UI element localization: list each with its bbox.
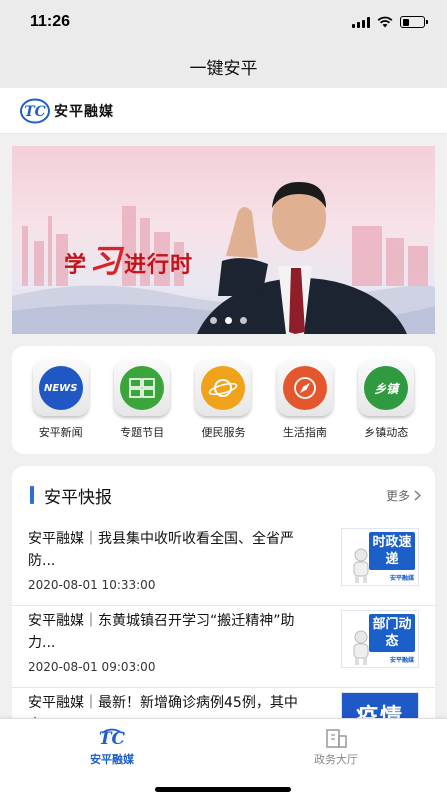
- banner-carousel[interactable]: 学习进行时: [12, 146, 435, 334]
- news-list-item[interactable]: 安平融媒｜我县集中收听收看全国、全省严防... 2020-08-01 10:33:…: [12, 524, 435, 606]
- quick-link-label: 便民服务: [201, 426, 246, 439]
- pagination-dot[interactable]: [225, 317, 232, 324]
- battery-icon: [400, 16, 428, 28]
- svg-text:TC: TC: [24, 104, 46, 120]
- news-item-time: 2020-08-01 10:33:00: [28, 578, 156, 592]
- more-link[interactable]: 更多: [386, 487, 421, 504]
- thumbnail-label: 时政速递: [369, 532, 415, 570]
- quick-link-item[interactable]: 专题节目: [105, 360, 179, 440]
- thumbnail-brand: 安平融媒: [389, 657, 414, 664]
- brand-logo-tab-icon: TC: [99, 728, 125, 749]
- pagination-dot[interactable]: [210, 317, 217, 324]
- news-item-title: 安平融媒｜我县集中收听收看全国、全省严防...: [28, 531, 294, 569]
- section-accent-bar: [30, 486, 34, 504]
- home-indicator: [155, 787, 291, 792]
- quick-link-item[interactable]: 乡镇 乡镇动态: [349, 360, 423, 440]
- news-thumbnail: 部门动态安平融媒: [341, 610, 419, 668]
- thumbnail-label: 部门动态: [369, 614, 415, 652]
- news-list: 安平融媒｜我县集中收听收看全国、全省严防... 2020-08-01 10:33:…: [12, 524, 435, 726]
- news-list-item[interactable]: 安平融媒｜东黄城镇召开学习“搬迁精神”助力... 2020-08-01 09:03…: [12, 606, 435, 688]
- more-label: 更多: [385, 488, 410, 503]
- building-icon: [326, 729, 347, 748]
- quick-link-item[interactable]: 便民服务: [186, 360, 260, 440]
- town-icon: 乡镇: [358, 360, 415, 416]
- page-title: 一键安平: [189, 58, 258, 79]
- news-thumbnail: 时政速递安平融媒: [341, 528, 419, 586]
- tab-bar: TC 安平融媒 政务大厅: [0, 718, 447, 800]
- news-title-wrap: 安平快报: [30, 483, 112, 508]
- chevron-right-icon: [414, 489, 421, 501]
- quick-link-label: 安平新闻: [38, 426, 83, 439]
- thumbnail-brand: 安平融媒: [389, 575, 414, 582]
- tab-anping-media[interactable]: TC 安平融媒: [52, 727, 172, 767]
- news-card: 安平快报 更多 安平融媒｜我县集中收听收看全国、全省严防... 2020-08-0…: [12, 466, 435, 726]
- tab-label: 政务大厅: [314, 753, 358, 766]
- news-globe-icon: NEWS: [32, 360, 89, 416]
- wifi-icon: [377, 16, 393, 28]
- quick-link-label: 生活指南: [282, 426, 327, 439]
- tab-government-hall[interactable]: 政务大厅: [276, 727, 396, 767]
- quick-link-label: 专题节目: [120, 426, 165, 439]
- status-bar: 11:26: [0, 0, 447, 44]
- planet-icon: [195, 360, 252, 416]
- brand-name: 安平融媒: [54, 103, 114, 120]
- status-time: 11:26: [30, 13, 71, 30]
- tab-label: 安平融媒: [90, 753, 134, 766]
- banner-slogan: 学习进行时: [64, 242, 194, 280]
- brand-logo-icon: TC: [20, 98, 50, 123]
- brand-header: TC 安平融媒: [0, 88, 447, 134]
- banner-pagination: [210, 317, 247, 324]
- quick-links-card: NEWS 安平新闻 专题节目 便民服务 生活指南 乡镇乡镇动态: [12, 346, 435, 454]
- news-header: 安平快报 更多: [12, 466, 435, 524]
- quick-link-item[interactable]: 生活指南: [268, 360, 342, 440]
- section-title: 安平快报: [44, 487, 112, 508]
- grid-icon: [114, 360, 171, 416]
- quick-link-item[interactable]: NEWS 安平新闻: [24, 360, 98, 440]
- pagination-dot[interactable]: [240, 317, 247, 324]
- news-item-time: 2020-08-01 09:03:00: [28, 660, 156, 674]
- compass-icon: [276, 360, 333, 416]
- signal-icon: [352, 16, 370, 28]
- quick-link-label: 乡镇动态: [364, 426, 409, 439]
- status-icons: [352, 16, 428, 28]
- nav-bar: 一键安平: [0, 44, 447, 88]
- news-item-title: 安平融媒｜东黄城镇召开学习“搬迁精神”助力...: [28, 613, 295, 651]
